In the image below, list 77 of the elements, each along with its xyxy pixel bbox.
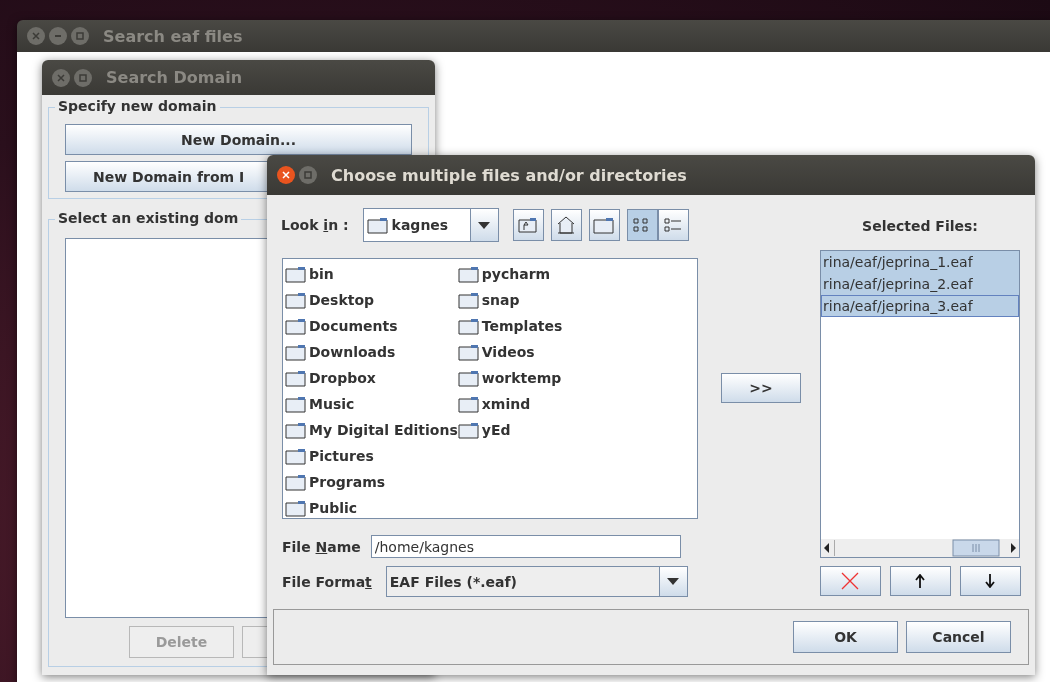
folder-item[interactable]: Programs — [285, 469, 458, 495]
close-icon[interactable] — [277, 166, 295, 184]
file-name-field[interactable]: /home/kagnes — [370, 535, 681, 558]
folder-icon — [457, 369, 480, 387]
folder-icon — [285, 317, 307, 335]
selected-files-label: Selected Files: — [862, 217, 978, 234]
folder-item[interactable]: Downloads — [285, 339, 458, 365]
file-format-label: File Format — [282, 573, 372, 590]
folder-icon — [285, 343, 307, 361]
file-list[interactable]: bin Desktop Documents Downloads Dropbox Music My Digital Editions Pictures Programs Public pycharm snap Templates Videos worktemp xmind yEd — [282, 258, 698, 519]
file-name-label: File Name — [282, 538, 361, 555]
look-in-combo[interactable]: kagnes — [362, 208, 499, 242]
folder-icon — [457, 343, 480, 361]
folder-item[interactable]: Dropbox — [285, 365, 458, 391]
folder-item[interactable]: My Digital Editions — [285, 417, 458, 443]
ok-button[interactable]: OK — [793, 621, 898, 653]
folder-icon — [285, 421, 307, 439]
up-arrow-icon — [915, 573, 925, 588]
window-title: Search eaf files — [103, 26, 243, 46]
folder-icon — [457, 317, 480, 335]
move-up-button[interactable] — [889, 565, 951, 596]
group-label: Specify new domain — [55, 98, 220, 114]
folder-item[interactable]: worktemp — [457, 365, 563, 391]
look-in-label: Look in : — [281, 217, 349, 233]
folder-item[interactable]: Documents — [285, 313, 458, 339]
close-icon — [841, 571, 859, 590]
up-folder-button[interactable] — [512, 209, 544, 241]
selected-file-item[interactable]: rina/eaf/jeprina_1.eaf — [821, 250, 1019, 273]
new-folder-button[interactable] — [588, 209, 620, 241]
folder-item[interactable]: xmind — [457, 391, 563, 417]
folder-item[interactable]: Desktop — [285, 287, 458, 313]
caret-icon — [478, 221, 491, 229]
folder-item[interactable]: pycharm — [457, 261, 563, 287]
folder-icon — [285, 291, 307, 309]
folder-icon — [366, 216, 389, 234]
details-view-icon — [664, 218, 683, 232]
folder-icon — [457, 421, 480, 439]
folder-item[interactable]: Videos — [457, 339, 563, 365]
maximize-icon[interactable] — [74, 68, 92, 87]
group-label: Select an existing dom — [55, 210, 242, 226]
details-view-button[interactable] — [657, 209, 689, 241]
file-format-combo[interactable]: EAF Files (*.eaf) — [385, 566, 688, 597]
folder-icon — [285, 395, 307, 413]
move-down-button[interactable] — [959, 565, 1021, 596]
folder-icon — [285, 499, 307, 517]
folder-item[interactable]: snap — [457, 287, 563, 313]
folder-icon — [593, 216, 616, 234]
folder-icon — [285, 473, 307, 491]
new-domain-button[interactable]: New Domain... — [65, 124, 412, 155]
folder-icon — [457, 265, 480, 283]
folder-item[interactable]: Public — [285, 495, 458, 521]
home-icon — [556, 216, 577, 234]
cancel-button[interactable]: Cancel — [906, 621, 1011, 653]
folder-item[interactable]: bin — [285, 261, 458, 287]
minimize-icon[interactable] — [49, 27, 67, 45]
selected-file-item[interactable]: rina/eaf/jeprina_3.eaf — [821, 294, 1019, 317]
folder-icon — [457, 395, 480, 413]
maximize-icon[interactable] — [71, 27, 89, 45]
folder-icon — [285, 447, 307, 465]
folder-item[interactable]: yEd — [457, 417, 563, 443]
folder-icon — [285, 265, 307, 283]
home-button[interactable] — [550, 209, 582, 241]
list-view-button[interactable] — [626, 209, 658, 241]
folder-item[interactable]: Pictures — [285, 443, 458, 469]
horizontal-scrollbar[interactable] — [821, 538, 1019, 557]
caret-icon — [667, 578, 680, 585]
selected-files-list[interactable]: rina/eaf/jeprina_1.eaf rina/eaf/jeprina_2.eaf rina/eaf/jeprina_3.eaf — [820, 249, 1020, 558]
up-folder-icon — [518, 217, 539, 233]
window-title: Search Domain — [106, 68, 243, 87]
down-arrow-icon — [985, 573, 995, 588]
remove-button[interactable] — [819, 565, 881, 596]
selected-file-item[interactable]: rina/eaf/jeprina_2.eaf — [821, 272, 1019, 295]
folder-item[interactable]: Music — [285, 391, 458, 417]
folder-item[interactable]: Templates — [457, 313, 563, 339]
add-button[interactable]: >> — [721, 372, 801, 403]
folder-icon — [285, 369, 307, 387]
folder-icon — [457, 291, 480, 309]
